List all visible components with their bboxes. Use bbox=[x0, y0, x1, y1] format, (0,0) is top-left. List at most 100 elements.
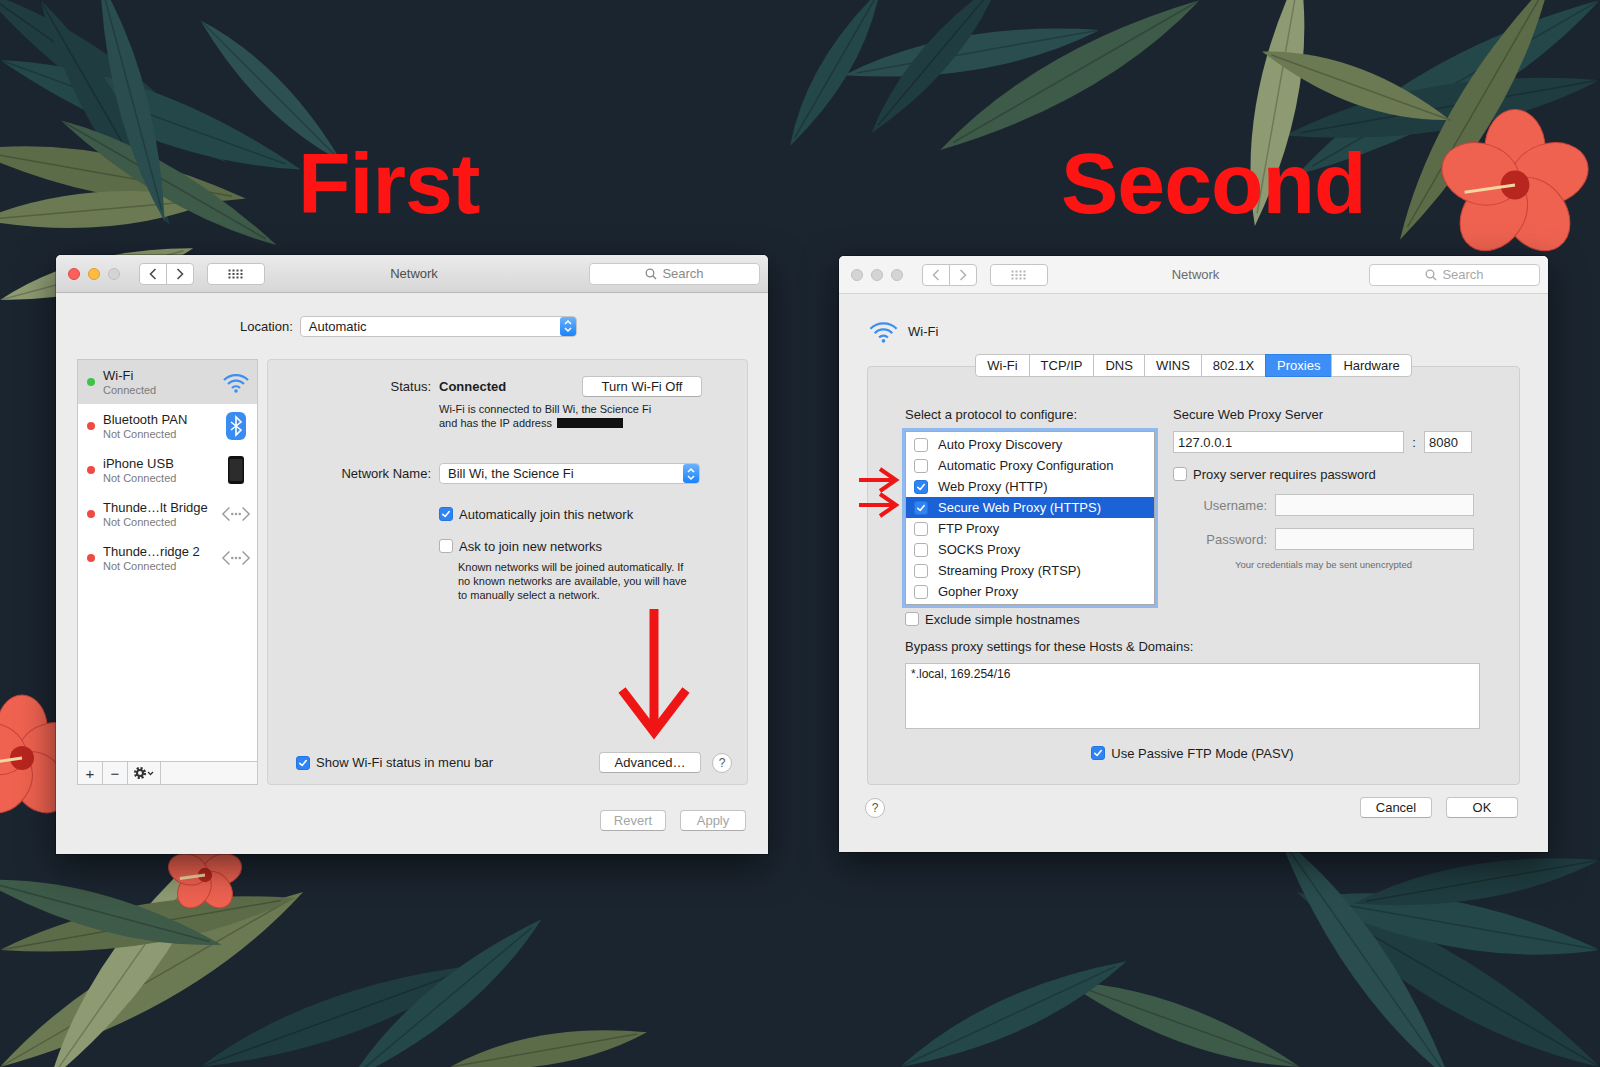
exclude-hostnames-checkbox[interactable] bbox=[905, 612, 919, 626]
leaf-icon bbox=[893, 945, 1134, 1067]
show-status-checkbox[interactable] bbox=[296, 756, 310, 770]
footer-button[interactable]: Apply bbox=[680, 810, 746, 831]
bypass-field[interactable]: *.local, 169.254/16 bbox=[905, 663, 1480, 729]
turn-wifi-off-button[interactable]: Turn Wi-Fi Off bbox=[582, 376, 702, 397]
tab[interactable]: DNS bbox=[1093, 354, 1144, 377]
forward-button[interactable] bbox=[166, 263, 194, 285]
zoom-button[interactable] bbox=[108, 268, 120, 280]
leaf-icon bbox=[447, 1017, 649, 1067]
title-bar: Network Search bbox=[56, 255, 768, 293]
passive-ftp-row[interactable]: Use Passive FTP Mode (PASV) bbox=[905, 745, 1480, 761]
down-arrow-icon bbox=[622, 609, 686, 732]
tab[interactable]: Hardware bbox=[1331, 354, 1411, 377]
requires-password-row[interactable]: Proxy server requires password bbox=[1173, 466, 1480, 482]
service-item[interactable]: Thunde…lt Bridge Not Connected bbox=[78, 492, 257, 536]
show-status-row[interactable]: Show Wi-Fi status in menu bar bbox=[296, 755, 493, 770]
redacted-ip bbox=[557, 418, 623, 428]
service-status: Not Connected bbox=[103, 472, 221, 485]
protocol-item[interactable]: Web Proxy (HTTP) bbox=[906, 476, 1154, 497]
chevron-right-icon bbox=[175, 267, 185, 281]
tab[interactable]: 802.1X bbox=[1201, 354, 1266, 377]
nav-buttons bbox=[139, 263, 194, 285]
forward-button[interactable] bbox=[949, 264, 977, 286]
credential-field[interactable] bbox=[1275, 494, 1474, 516]
advanced-button[interactable]: Advanced… bbox=[599, 752, 701, 773]
add-service-button[interactable]: + bbox=[78, 762, 103, 784]
proxy-port-field[interactable]: 8080 bbox=[1424, 431, 1472, 453]
protocol-checkbox[interactable] bbox=[914, 438, 928, 452]
credential-field[interactable] bbox=[1275, 528, 1474, 550]
window-title: Network bbox=[390, 266, 438, 281]
passive-ftp-checkbox[interactable] bbox=[1091, 746, 1105, 760]
option-label[interactable]: Automatically join this network bbox=[459, 507, 633, 522]
show-status-label[interactable]: Show Wi-Fi status in menu bar bbox=[316, 755, 493, 770]
protocol-checkbox[interactable] bbox=[914, 522, 928, 536]
protocol-item[interactable]: Automatic Proxy Configuration bbox=[906, 455, 1154, 476]
minimize-button[interactable] bbox=[871, 269, 883, 281]
traffic-lights bbox=[851, 269, 903, 281]
bypass-label: Bypass proxy settings for these Hosts & … bbox=[905, 639, 1480, 655]
leaf-icon bbox=[1256, 35, 1456, 136]
option-row[interactable]: Ask to join new networks bbox=[439, 538, 747, 554]
close-button[interactable] bbox=[68, 268, 80, 280]
protocol-checkbox[interactable] bbox=[914, 501, 928, 515]
protocol-item[interactable]: SOCKS Proxy bbox=[906, 539, 1154, 560]
proxy-host-field[interactable]: 127.0.0.1 bbox=[1173, 431, 1404, 453]
option-row[interactable]: Automatically join this network bbox=[439, 506, 747, 522]
requires-password-checkbox[interactable] bbox=[1173, 467, 1187, 481]
tab[interactable]: Proxies bbox=[1265, 354, 1332, 377]
leaf-icon bbox=[1351, 843, 1600, 921]
zoom-button[interactable] bbox=[891, 269, 903, 281]
back-button[interactable] bbox=[922, 264, 950, 286]
protocol-checkbox[interactable] bbox=[914, 585, 928, 599]
protocol-item[interactable]: FTP Proxy bbox=[906, 518, 1154, 539]
network-name-select[interactable]: Bill Wi, the Science Fi bbox=[439, 463, 700, 484]
minimize-button[interactable] bbox=[88, 268, 100, 280]
option-checkbox[interactable] bbox=[439, 507, 453, 521]
help-button[interactable]: ? bbox=[712, 753, 732, 773]
leaf-icon bbox=[778, 0, 892, 153]
service-item[interactable]: iPhone USB Not Connected bbox=[78, 448, 257, 492]
proxies-window: Network Search Wi-Fi Wi-FiTCP/IPDNSWINS8… bbox=[839, 256, 1548, 852]
tab[interactable]: TCP/IP bbox=[1029, 354, 1095, 377]
close-button[interactable] bbox=[851, 269, 863, 281]
protocol-item[interactable]: Secure Web Proxy (HTTPS) bbox=[906, 497, 1154, 518]
protocol-item[interactable]: Auto Proxy Discovery bbox=[906, 434, 1154, 455]
grid-icon bbox=[1011, 270, 1027, 280]
help-button[interactable]: ? bbox=[865, 798, 885, 818]
footer-button[interactable]: Revert bbox=[600, 810, 666, 831]
show-all-button[interactable] bbox=[990, 264, 1048, 286]
protocol-checkbox[interactable] bbox=[914, 564, 928, 578]
location-select[interactable]: Automatic bbox=[300, 316, 577, 337]
protocol-checkbox[interactable] bbox=[914, 459, 928, 473]
protocol-prompt: Select a protocol to configure: bbox=[905, 407, 1155, 423]
grid-icon bbox=[228, 269, 244, 279]
tab[interactable]: WINS bbox=[1144, 354, 1202, 377]
location-label: Location: bbox=[240, 319, 293, 334]
protocol-item[interactable]: Streaming Proxy (RTSP) bbox=[906, 560, 1154, 581]
option-checkbox[interactable] bbox=[439, 539, 453, 553]
action-menu-button[interactable] bbox=[128, 762, 161, 784]
service-name: iPhone USB bbox=[103, 456, 221, 472]
service-item[interactable]: Bluetooth PAN Not Connected bbox=[78, 404, 257, 448]
dialog-button[interactable]: Cancel bbox=[1360, 797, 1432, 818]
option-label[interactable]: Ask to join new networks bbox=[459, 539, 602, 554]
dialog-button[interactable]: OK bbox=[1446, 797, 1518, 818]
search-field[interactable]: Search bbox=[589, 263, 760, 285]
show-all-button[interactable] bbox=[207, 263, 265, 285]
service-list: Wi-Fi Connected Bluetooth PAN Not Connec… bbox=[77, 359, 258, 785]
back-button[interactable] bbox=[139, 263, 167, 285]
service-item[interactable]: Wi-Fi Connected bbox=[78, 360, 257, 404]
service-item[interactable]: Thunde…ridge 2 Not Connected bbox=[78, 536, 257, 580]
protocol-checkbox[interactable] bbox=[914, 480, 928, 494]
exclude-hostnames-row[interactable]: Exclude simple hostnames bbox=[905, 611, 1480, 627]
remove-service-button[interactable]: − bbox=[103, 762, 128, 784]
search-field[interactable]: Search bbox=[1369, 264, 1540, 286]
network-window: Network Search Location: Automatic Wi-Fi… bbox=[56, 255, 768, 854]
hibiscus-icon bbox=[1434, 109, 1596, 264]
hint-text: Known networks will be joined automatica… bbox=[458, 560, 747, 602]
protocol-item[interactable]: Gopher Proxy bbox=[906, 581, 1154, 602]
tab[interactable]: Wi-Fi bbox=[975, 354, 1029, 377]
chevron-left-icon bbox=[931, 268, 941, 282]
protocol-checkbox[interactable] bbox=[914, 543, 928, 557]
